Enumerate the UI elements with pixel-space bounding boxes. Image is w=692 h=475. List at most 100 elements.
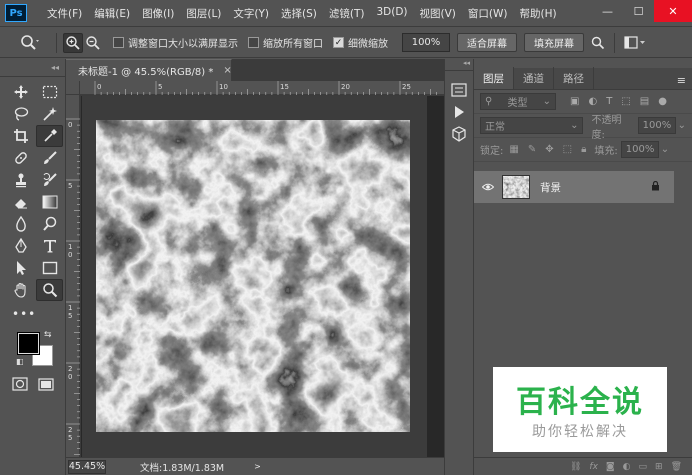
status-menu-arrow-icon[interactable]: > [254, 462, 261, 471]
pixel-filter-icon[interactable]: ▣ [570, 96, 579, 107]
path-selection-tool[interactable] [7, 257, 34, 279]
artboard-lock-icon[interactable]: ⬚ [563, 144, 572, 155]
add-mask-icon[interactable]: ◙ [606, 462, 615, 472]
menu-3d[interactable]: 3D(D) [370, 6, 413, 21]
filter-toggle-icon[interactable]: ● [658, 96, 667, 107]
gradient-tool[interactable] [36, 191, 63, 213]
crop-tool[interactable] [7, 125, 34, 147]
history-brush-tool[interactable] [36, 169, 63, 191]
brush-tool[interactable] [36, 147, 63, 169]
ruler-label: 10 [219, 83, 228, 91]
fx-icon[interactable]: fx [589, 462, 598, 472]
document-canvas[interactable] [96, 120, 410, 432]
menu-type[interactable]: 文字(Y) [227, 6, 275, 21]
layer-row[interactable]: 背景 [474, 171, 674, 203]
scrubby-zoom-checkbox[interactable]: ✓ 细微缩放 [333, 35, 388, 50]
lock-transparent-icon[interactable]: ▦ [509, 144, 518, 155]
document-tab[interactable]: 未标题-1 @ 45.5%(RGB/8) * × [66, 59, 232, 81]
expand-panels-icon[interactable]: ◂◂ [445, 59, 473, 71]
toolbar-collapse-icon[interactable]: ◂◂ [0, 59, 65, 77]
lasso-tool[interactable] [7, 103, 34, 125]
pen-tool[interactable] [7, 235, 34, 257]
horizontal-ruler[interactable]: 0 5 10 15 20 25 [80, 81, 444, 95]
trash-icon[interactable]: 🗑︎ [671, 462, 682, 472]
eyedropper-tool[interactable] [36, 125, 63, 147]
quick-selection-tool[interactable] [36, 103, 63, 125]
type-tool[interactable] [36, 235, 63, 257]
default-colors-icon[interactable]: ◧ [16, 357, 24, 366]
zoom-all-windows-checkbox[interactable]: 缩放所有窗口 [248, 35, 323, 50]
lock-all-icon[interactable]: 🔒︎ [581, 144, 586, 155]
menu-edit[interactable]: 编辑(E) [88, 6, 136, 21]
rectangle-tool[interactable] [36, 257, 63, 279]
menu-window[interactable]: 窗口(W) [462, 6, 514, 21]
fill-label: 填充: [594, 146, 618, 157]
canvas-viewport[interactable] [81, 96, 444, 457]
ruler-label: 25 [68, 426, 72, 442]
fill-screen-button[interactable]: 填充屏幕 [524, 33, 584, 52]
link-layers-icon[interactable]: ⛓ [570, 462, 581, 472]
edit-toolbar-icon[interactable]: ••• [12, 307, 65, 321]
close-tab-icon[interactable]: × [223, 65, 231, 76]
visibility-toggle[interactable] [474, 183, 502, 191]
vertical-ruler[interactable]: 0 5 10 15 20 25 [66, 95, 80, 457]
smart-object-filter-icon[interactable]: ▤ [640, 96, 649, 107]
menu-filter[interactable]: 滤镜(T) [323, 6, 371, 21]
status-zoom-field[interactable]: 45.45% [68, 459, 106, 474]
healing-brush-tool[interactable] [7, 147, 34, 169]
chevron-down-icon[interactable]: ⌄ [661, 144, 669, 155]
search-button[interactable] [588, 33, 608, 53]
blend-mode-select[interactable]: 正常 ⌄ [480, 117, 584, 134]
fit-screen-button[interactable]: 适合屏幕 [457, 33, 517, 52]
chevron-down-icon[interactable]: ⌄ [678, 120, 686, 131]
fill-field[interactable]: 100% [620, 141, 659, 158]
menu-select[interactable]: 选择(S) [275, 6, 323, 21]
menu-image[interactable]: 图像(I) [136, 6, 180, 21]
new-layer-icon[interactable]: ⊞ [655, 462, 663, 472]
menu-help[interactable]: 帮助(H) [514, 6, 563, 21]
maximize-button[interactable]: ☐ [623, 0, 654, 22]
adjustment-filter-icon[interactable]: ◐ [588, 96, 597, 107]
adjustment-layer-icon[interactable]: ◐ [623, 462, 631, 472]
layer-name[interactable]: 背景 [540, 180, 561, 195]
workspace-switcher[interactable] [621, 33, 651, 53]
foreground-color-swatch[interactable] [17, 332, 40, 355]
lock-pixels-icon[interactable]: ✎ [528, 144, 536, 155]
eraser-tool[interactable] [7, 191, 34, 213]
filter-kind-select[interactable]: ⚲ 类型 ⌄ [480, 93, 556, 110]
zoom-in-button[interactable] [63, 32, 83, 53]
lock-position-icon[interactable]: ✥ [545, 144, 553, 155]
resize-windows-checkbox[interactable]: 调整窗口大小以满屏显示 [113, 35, 238, 50]
3d-panel-button[interactable] [445, 123, 473, 145]
marquee-tool[interactable] [36, 81, 63, 103]
new-group-icon[interactable]: ▭ [639, 462, 648, 472]
close-button[interactable]: ✕ [654, 0, 692, 22]
quick-mask-icon[interactable] [12, 377, 28, 391]
tab-paths[interactable]: 路径 [554, 67, 594, 89]
blur-tool[interactable] [7, 213, 34, 235]
tool-preset-picker[interactable] [20, 34, 50, 52]
minimize-button[interactable]: — [592, 0, 623, 22]
zoom-out-button[interactable] [83, 33, 103, 53]
type-filter-icon[interactable]: T [606, 96, 612, 107]
shape-filter-icon[interactable]: ⬚ [621, 96, 630, 107]
photoshop-logo: Ps [5, 4, 27, 22]
ruler-origin[interactable] [66, 81, 80, 95]
zoom-tool[interactable] [36, 279, 63, 301]
actions-panel-button[interactable] [445, 101, 473, 123]
dodge-tool[interactable] [36, 213, 63, 235]
clone-stamp-tool[interactable] [7, 169, 34, 191]
menu-file[interactable]: 文件(F) [41, 6, 88, 21]
screen-mode-icon[interactable] [38, 377, 54, 391]
panel-menu-icon[interactable]: ≡ [677, 74, 686, 87]
hand-tool[interactable] [7, 279, 34, 301]
zoom-percent-field[interactable]: 100% [402, 33, 450, 52]
swap-colors-icon[interactable]: ⇆ [44, 330, 52, 340]
tab-layers[interactable]: 图层 [474, 67, 514, 89]
menu-view[interactable]: 视图(V) [414, 6, 462, 21]
menu-layer[interactable]: 图层(L) [180, 6, 227, 21]
opacity-field[interactable]: 100% [637, 117, 676, 134]
history-panel-button[interactable] [445, 79, 473, 101]
move-tool[interactable] [7, 81, 34, 103]
tab-channels[interactable]: 通道 [514, 67, 554, 89]
